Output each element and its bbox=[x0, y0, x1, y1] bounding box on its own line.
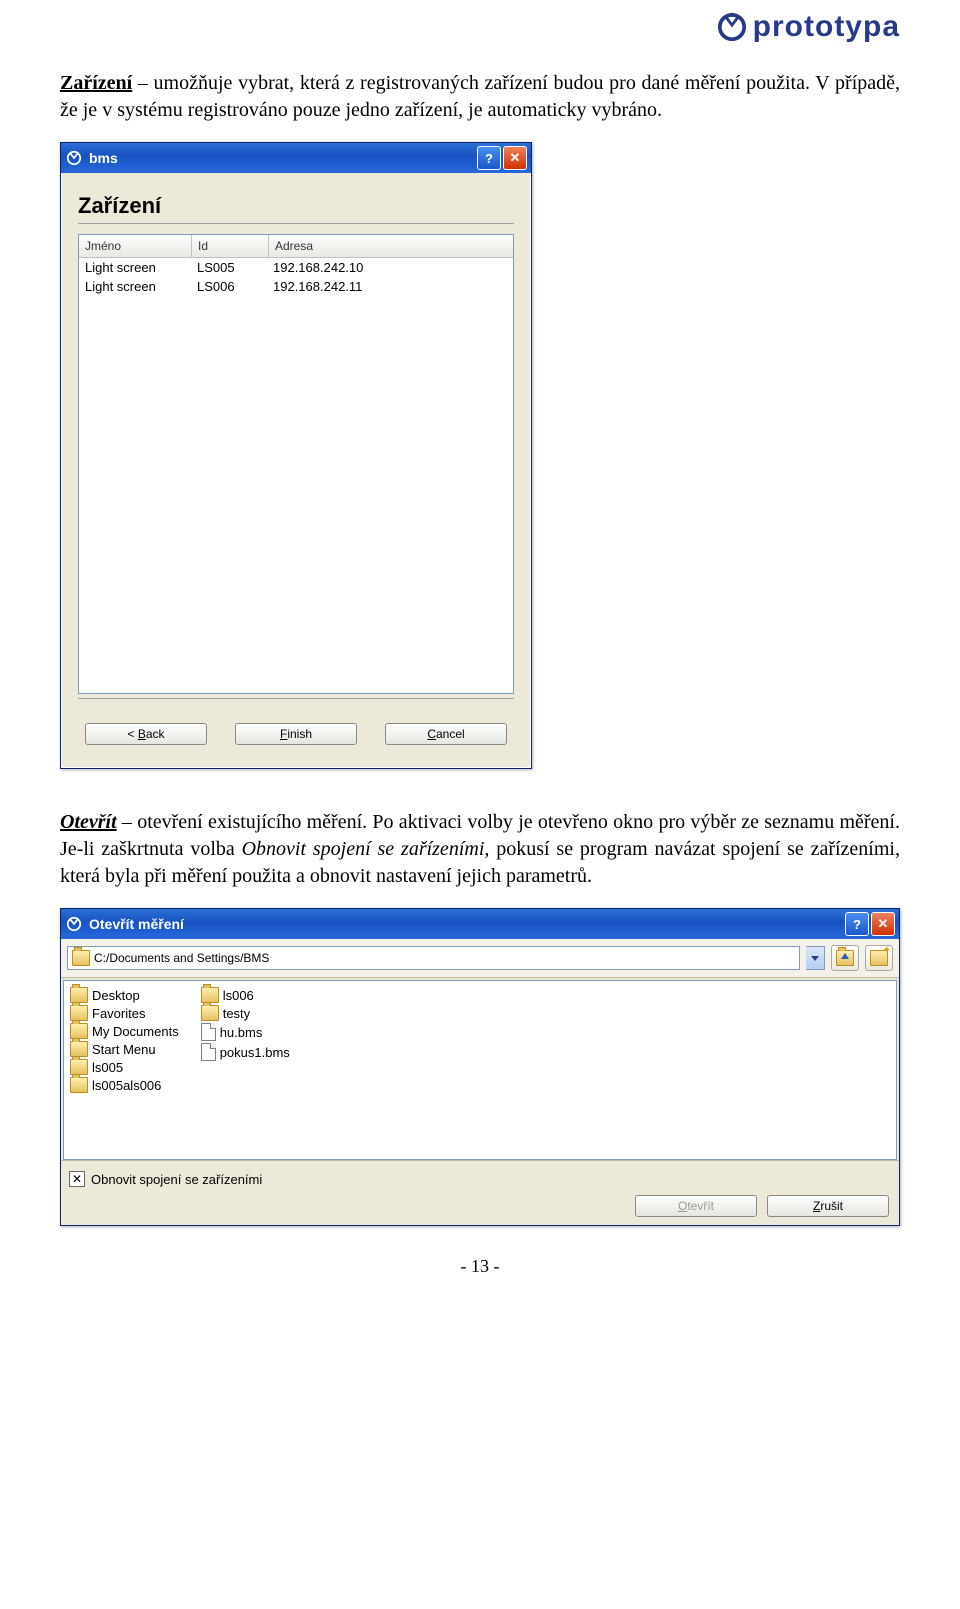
col-name[interactable]: Jméno bbox=[79, 235, 192, 257]
paragraph-otevrit: Otevřít – otevření existujícího měření. … bbox=[60, 809, 900, 890]
folder-icon bbox=[70, 1023, 88, 1039]
path-dropdown-button[interactable] bbox=[806, 946, 825, 970]
cancel-post: rušit bbox=[820, 1199, 843, 1213]
folder-icon bbox=[70, 1077, 88, 1093]
chevron-down-icon bbox=[811, 956, 819, 961]
back-u: B bbox=[138, 727, 146, 741]
open-post: tevřít bbox=[687, 1199, 714, 1213]
open-close-button[interactable]: ✕ bbox=[871, 912, 895, 936]
cell-id: LS005 bbox=[191, 258, 267, 277]
dialog-bms: bms ? ✕ Zařízení Jméno Id Adresa Light s… bbox=[60, 142, 532, 769]
para2-ital: Obnovit spojení se zařízeními bbox=[242, 838, 485, 860]
cell-name: Light screen bbox=[79, 258, 191, 277]
new-folder-button[interactable] bbox=[865, 945, 893, 971]
table-row[interactable]: Light screen LS006 192.168.242.11 bbox=[79, 277, 513, 296]
path-text: C:/Documents and Settings/BMS bbox=[94, 951, 795, 965]
para1-lead: Zařízení bbox=[60, 72, 132, 94]
bms-help-button[interactable]: ? bbox=[477, 146, 501, 170]
file-label: testy bbox=[223, 1006, 250, 1021]
list-item[interactable]: testy bbox=[201, 1005, 290, 1021]
folder-icon bbox=[201, 1005, 219, 1021]
list-item[interactable]: ls005 bbox=[70, 1059, 179, 1075]
col-addr[interactable]: Adresa bbox=[269, 235, 513, 257]
reconnect-checkbox[interactable]: ✕ bbox=[69, 1171, 85, 1187]
file-label: My Documents bbox=[92, 1024, 179, 1039]
bms-divider bbox=[78, 223, 514, 224]
brand-logo-icon bbox=[717, 12, 747, 42]
bms-heading: Zařízení bbox=[78, 193, 514, 219]
file-label: Start Menu bbox=[92, 1042, 156, 1057]
reconnect-label: Obnovit spojení se zařízeními bbox=[91, 1172, 262, 1187]
folder-icon bbox=[70, 987, 88, 1003]
bms-title: bms bbox=[89, 150, 477, 166]
file-list-pane[interactable]: Desktop Favorites My Documents Start Men… bbox=[63, 980, 897, 1160]
para1-rest: – umožňuje vybrat, která z registrovanýc… bbox=[60, 72, 900, 121]
file-label: ls006 bbox=[223, 988, 254, 1003]
paragraph-zarizeni: Zařízení – umožňuje vybrat, která z regi… bbox=[60, 70, 900, 124]
cancel-button[interactable]: Cancel bbox=[385, 723, 507, 745]
open-button[interactable]: Otevřít bbox=[635, 1195, 757, 1217]
file-icon bbox=[201, 1023, 216, 1041]
up-folder-icon bbox=[836, 950, 854, 966]
table-row[interactable]: Light screen LS005 192.168.242.10 bbox=[79, 258, 513, 277]
list-item[interactable]: hu.bms bbox=[201, 1023, 290, 1041]
list-item[interactable]: Desktop bbox=[70, 987, 179, 1003]
open-u: O bbox=[678, 1199, 687, 1213]
cell-addr: 192.168.242.10 bbox=[267, 258, 513, 277]
file-column: Desktop Favorites My Documents Start Men… bbox=[70, 987, 179, 1147]
file-label: pokus1.bms bbox=[220, 1045, 290, 1060]
folder-icon bbox=[201, 987, 219, 1003]
open-path-toolbar: C:/Documents and Settings/BMS bbox=[61, 939, 899, 978]
file-column: ls006 testy hu.bms pokus1.bms bbox=[201, 987, 290, 1147]
bms-titlebar[interactable]: bms ? ✕ bbox=[61, 143, 531, 173]
open-title: Otevřít měření bbox=[89, 916, 845, 932]
back-pre: < bbox=[127, 727, 137, 741]
cancel-u: C bbox=[427, 727, 436, 741]
file-icon bbox=[201, 1043, 216, 1061]
col-id[interactable]: Id bbox=[192, 235, 269, 257]
list-item[interactable]: ls006 bbox=[201, 987, 290, 1003]
file-label: ls005 bbox=[92, 1060, 123, 1075]
back-post: ack bbox=[146, 727, 165, 741]
file-label: ls005als006 bbox=[92, 1078, 161, 1093]
list-item[interactable]: Favorites bbox=[70, 1005, 179, 1021]
device-listview[interactable]: Jméno Id Adresa Light screen LS005 192.1… bbox=[78, 234, 514, 694]
cancel-post: ancel bbox=[436, 727, 465, 741]
list-item[interactable]: My Documents bbox=[70, 1023, 179, 1039]
cell-addr: 192.168.242.11 bbox=[267, 277, 513, 296]
finish-post: inish bbox=[287, 727, 312, 741]
cell-id: LS006 bbox=[191, 277, 267, 296]
open-app-icon bbox=[65, 915, 83, 933]
dialog-open-measurement: Otevřít měření ? ✕ C:/Documents and Sett… bbox=[60, 908, 900, 1226]
bms-app-icon bbox=[65, 149, 83, 167]
open-help-button[interactable]: ? bbox=[845, 912, 869, 936]
list-item[interactable]: Start Menu bbox=[70, 1041, 179, 1057]
open-titlebar[interactable]: Otevřít měření ? ✕ bbox=[61, 909, 899, 939]
path-combo[interactable]: C:/Documents and Settings/BMS bbox=[67, 946, 800, 970]
file-label: Favorites bbox=[92, 1006, 145, 1021]
file-label: Desktop bbox=[92, 988, 140, 1003]
close-dialog-button[interactable]: Zrušit bbox=[767, 1195, 889, 1217]
folder-icon bbox=[70, 1041, 88, 1057]
up-folder-button[interactable] bbox=[831, 945, 859, 971]
cell-name: Light screen bbox=[79, 277, 191, 296]
folder-icon bbox=[72, 950, 90, 966]
page-number: - 13 - bbox=[60, 1256, 900, 1277]
new-folder-icon bbox=[870, 950, 888, 966]
list-item[interactable]: ls005als006 bbox=[70, 1077, 179, 1093]
bms-divider-2 bbox=[78, 698, 514, 699]
back-button[interactable]: < Back bbox=[85, 723, 207, 745]
folder-icon bbox=[70, 1005, 88, 1021]
list-item[interactable]: pokus1.bms bbox=[201, 1043, 290, 1061]
bms-close-button[interactable]: ✕ bbox=[503, 146, 527, 170]
brand-name: prototypa bbox=[753, 10, 900, 44]
brand-logo-block: prototypa bbox=[717, 10, 900, 44]
file-label: hu.bms bbox=[220, 1025, 263, 1040]
finish-button[interactable]: Finish bbox=[235, 723, 357, 745]
para2-lead: Otevřít bbox=[60, 811, 117, 833]
listview-header: Jméno Id Adresa bbox=[79, 235, 513, 258]
folder-icon bbox=[70, 1059, 88, 1075]
